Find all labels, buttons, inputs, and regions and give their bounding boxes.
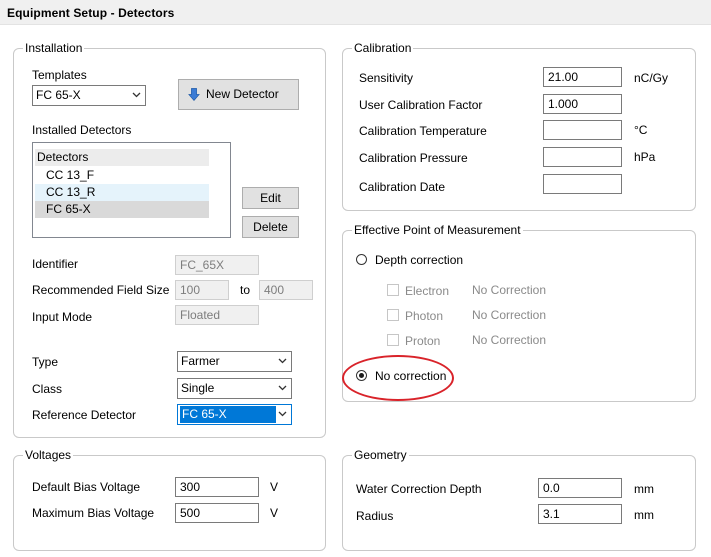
templates-label: Templates bbox=[32, 68, 87, 82]
temperature-unit: °C bbox=[634, 123, 648, 137]
chevron-down-icon bbox=[132, 92, 141, 98]
field-size-label: Recommended Field Size bbox=[32, 283, 170, 297]
calibration-legend: Calibration bbox=[352, 41, 414, 55]
maximum-bias-voltage-label: Maximum Bias Voltage bbox=[32, 506, 155, 520]
type-dropdown[interactable]: Farmer bbox=[177, 351, 292, 372]
sensitivity-input[interactable]: 21.00 bbox=[543, 67, 622, 87]
ucf-label: User Calibration Factor bbox=[359, 98, 483, 112]
type-label: Type bbox=[32, 355, 59, 369]
calibration-pressure-input[interactable] bbox=[543, 147, 622, 167]
list-item-label: FC 65-X bbox=[46, 202, 91, 216]
electron-correction-value: No Correction bbox=[472, 283, 547, 297]
calibration-temperature-input[interactable] bbox=[543, 120, 622, 140]
class-dropdown[interactable]: Single bbox=[177, 378, 292, 399]
electron-checkbox[interactable] bbox=[387, 284, 399, 296]
identifier-field: FC_65X bbox=[175, 255, 259, 275]
input-mode-value: Floated bbox=[180, 308, 221, 322]
installed-detectors-label: Installed Detectors bbox=[32, 123, 132, 137]
maximum-voltage-unit: V bbox=[270, 506, 279, 520]
proton-label: Proton bbox=[405, 334, 441, 348]
default-bias-voltage-value: 300 bbox=[180, 480, 201, 494]
voltages-legend: Voltages bbox=[23, 448, 74, 462]
radius-input[interactable]: 3.1 bbox=[538, 504, 622, 524]
depth-correction-radio[interactable] bbox=[356, 254, 367, 265]
ucf-value: 1.000 bbox=[548, 97, 579, 111]
identifier-label: Identifier bbox=[32, 257, 79, 271]
annotation-circle bbox=[342, 355, 454, 401]
radius-value: 3.1 bbox=[543, 507, 560, 521]
reference-detector-label: Reference Detector bbox=[32, 408, 137, 422]
photon-label: Photon bbox=[405, 309, 444, 323]
water-correction-depth-input[interactable]: 0.0 bbox=[538, 478, 622, 498]
epom-legend: Effective Point of Measurement bbox=[352, 223, 523, 237]
delete-button-label: Delete bbox=[253, 220, 288, 234]
identifier-value: FC_65X bbox=[180, 258, 225, 272]
detectors-list[interactable]: Detectors CC 13_F CC 13_R FC 65-X bbox=[32, 142, 231, 238]
field-size-to-label: to bbox=[240, 283, 251, 297]
list-item-label: CC 13_R bbox=[46, 185, 96, 199]
proton-correction-value: No Correction bbox=[472, 333, 547, 347]
maximum-bias-voltage-value: 500 bbox=[180, 506, 201, 520]
sensitivity-label: Sensitivity bbox=[359, 71, 414, 85]
new-detector-button[interactable]: New Detector bbox=[178, 79, 299, 110]
geometry-legend: Geometry bbox=[352, 448, 409, 462]
depth-correction-label[interactable]: Depth correction bbox=[375, 253, 463, 267]
calibration-date-label: Calibration Date bbox=[359, 180, 446, 194]
chevron-down-icon bbox=[278, 385, 287, 391]
new-detector-label: New Detector bbox=[206, 87, 279, 101]
list-item[interactable]: FC 65-X bbox=[35, 201, 209, 218]
calibration-pressure-label: Calibration Pressure bbox=[359, 151, 468, 165]
default-voltage-unit: V bbox=[270, 480, 279, 494]
calibration-temperature-label: Calibration Temperature bbox=[359, 124, 487, 138]
wcd-unit: mm bbox=[634, 482, 654, 496]
chevron-down-icon bbox=[278, 358, 287, 364]
edit-button-label: Edit bbox=[260, 191, 281, 205]
input-mode-field: Floated bbox=[175, 305, 259, 325]
field-size-from-value: 100 bbox=[180, 283, 201, 297]
window-title: Equipment Setup - Detectors bbox=[7, 6, 175, 20]
edit-button[interactable]: Edit bbox=[242, 187, 299, 209]
photon-correction-value: No Correction bbox=[472, 308, 547, 322]
templates-dropdown[interactable]: FC 65-X bbox=[32, 85, 146, 106]
type-value: Farmer bbox=[181, 354, 220, 368]
chevron-down-icon bbox=[278, 411, 287, 417]
class-value: Single bbox=[181, 381, 215, 395]
arrow-down-icon bbox=[188, 88, 200, 102]
default-bias-voltage-input[interactable]: 300 bbox=[175, 477, 259, 497]
photon-checkbox[interactable] bbox=[387, 309, 399, 321]
list-header-label: Detectors bbox=[37, 150, 89, 164]
reference-detector-value: FC 65-X bbox=[180, 406, 276, 423]
electron-label: Electron bbox=[405, 284, 450, 298]
list-item[interactable]: CC 13_F bbox=[35, 167, 209, 184]
radius-unit: mm bbox=[634, 508, 654, 522]
list-item-label: CC 13_F bbox=[46, 168, 95, 182]
proton-checkbox[interactable] bbox=[387, 334, 399, 346]
input-mode-label: Input Mode bbox=[32, 310, 93, 324]
field-size-to-field: 400 bbox=[259, 280, 313, 300]
maximum-bias-voltage-input[interactable]: 500 bbox=[175, 503, 259, 523]
sensitivity-unit: nC/Gy bbox=[634, 71, 669, 85]
water-correction-depth-label: Water Correction Depth bbox=[356, 482, 482, 496]
voltages-group: Voltages bbox=[13, 448, 326, 551]
default-bias-voltage-label: Default Bias Voltage bbox=[32, 480, 141, 494]
radius-label: Radius bbox=[356, 509, 394, 523]
list-item[interactable]: CC 13_R bbox=[35, 184, 209, 201]
field-size-to-value: 400 bbox=[264, 283, 285, 297]
ucf-input[interactable]: 1.000 bbox=[543, 94, 622, 114]
sensitivity-value: 21.00 bbox=[548, 70, 579, 84]
calibration-date-input[interactable] bbox=[543, 174, 622, 194]
water-correction-depth-value: 0.0 bbox=[543, 481, 560, 495]
class-label: Class bbox=[32, 382, 63, 396]
list-header: Detectors bbox=[35, 149, 209, 166]
delete-button[interactable]: Delete bbox=[242, 216, 299, 238]
templates-value: FC 65-X bbox=[36, 88, 81, 102]
geometry-group: Geometry bbox=[342, 448, 696, 551]
field-size-from-field: 100 bbox=[175, 280, 229, 300]
reference-detector-dropdown[interactable]: FC 65-X bbox=[177, 404, 292, 425]
pressure-unit: hPa bbox=[634, 150, 656, 164]
installation-legend: Installation bbox=[23, 41, 85, 55]
